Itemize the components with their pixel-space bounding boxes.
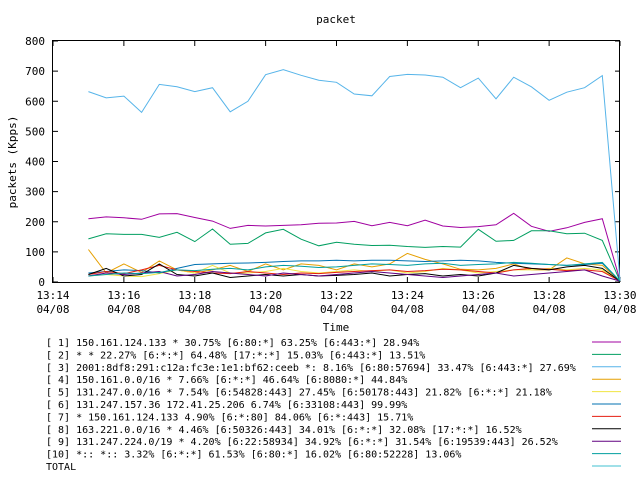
legend-label: [ 5] 131.247.0.0/16 * 7.54% [6:54828:443… [46,388,552,399]
y-tick-label: 100 [25,246,45,259]
x-tick-date: 04/08 [533,303,566,316]
x-tick-time: 13:18 [178,289,211,302]
x-axis-label: Time [323,321,350,334]
y-tick-label: 800 [25,35,45,48]
y-axis-label: packets (Kpps) [6,116,19,209]
x-tick-date: 04/08 [320,303,353,316]
y-tick-label: 300 [25,186,45,199]
x-tick-date: 04/08 [391,303,424,316]
legend-label: [ 8] 163.221.0.0/16 * 4.46% [6:50326:443… [46,425,522,436]
chart-title: packet [316,13,356,26]
x-tick-time: 13:20 [249,289,282,302]
y-ticks: 0 100 200 300 400 500 600 700 800 [25,35,620,289]
y-tick-label: 200 [25,216,45,229]
legend: [ 1] 150.161.124.133 * 30.75% [6:80:*] 6… [46,338,621,473]
legend-label: [ 1] 150.161.124.133 * 30.75% [6:80:*] 6… [46,338,419,349]
x-tick-date: 04/08 [178,303,211,316]
legend-label: [ 2] * * 22.27% [6:*:*] 64.48% [17:*:*] … [46,350,425,361]
x-tick-date: 04/08 [603,303,636,316]
y-tick-label: 0 [38,276,45,289]
x-tick-time: 13:16 [107,289,140,302]
legend-label: [ 7] * 150.161.124.133 4.90% [6:*:80] 84… [46,412,413,423]
x-tick-time: 13:28 [533,289,566,302]
legend-label: [ 9] 131.247.224.0/19 * 4.20% [6:22:5893… [46,437,558,448]
y-tick-label: 400 [25,156,45,169]
x-tick-date: 04/08 [36,303,69,316]
legend-label: [ 3] 2001:8df8:291:c12a:fc3e:1e1:bf62:ce… [46,363,576,374]
legend-label: TOTAL [46,462,76,473]
series-lines [88,69,621,282]
y-tick-label: 600 [25,95,45,108]
series-line-3 [88,69,621,281]
packet-chart: packet packets (Kpps) Time 0 100 200 300 400… [6,13,637,473]
x-tick-date: 04/08 [107,303,140,316]
legend-label: [ 6] 131.247.157.36 172.41.25.206 6.74% … [46,400,407,411]
x-tick-time: 13:22 [320,289,353,302]
legend-label: [ 4] 150.161.0.0/16 * 7.66% [6:*:*] 46.6… [46,375,407,386]
x-tick-time: 13:26 [462,289,495,302]
legend-label: [10] *:: *:: 3.32% [6:*:*] 61.53% [6:80:… [46,450,461,461]
x-tick-time: 13:14 [36,289,69,302]
plot-frame [52,40,620,283]
y-tick-label: 500 [25,125,45,138]
x-tick-date: 04/08 [462,303,495,316]
y-tick-label: 700 [25,65,45,78]
x-tick-time: 13:30 [603,289,636,302]
x-tick-time: 13:24 [391,289,424,302]
x-tick-date: 04/08 [249,303,282,316]
